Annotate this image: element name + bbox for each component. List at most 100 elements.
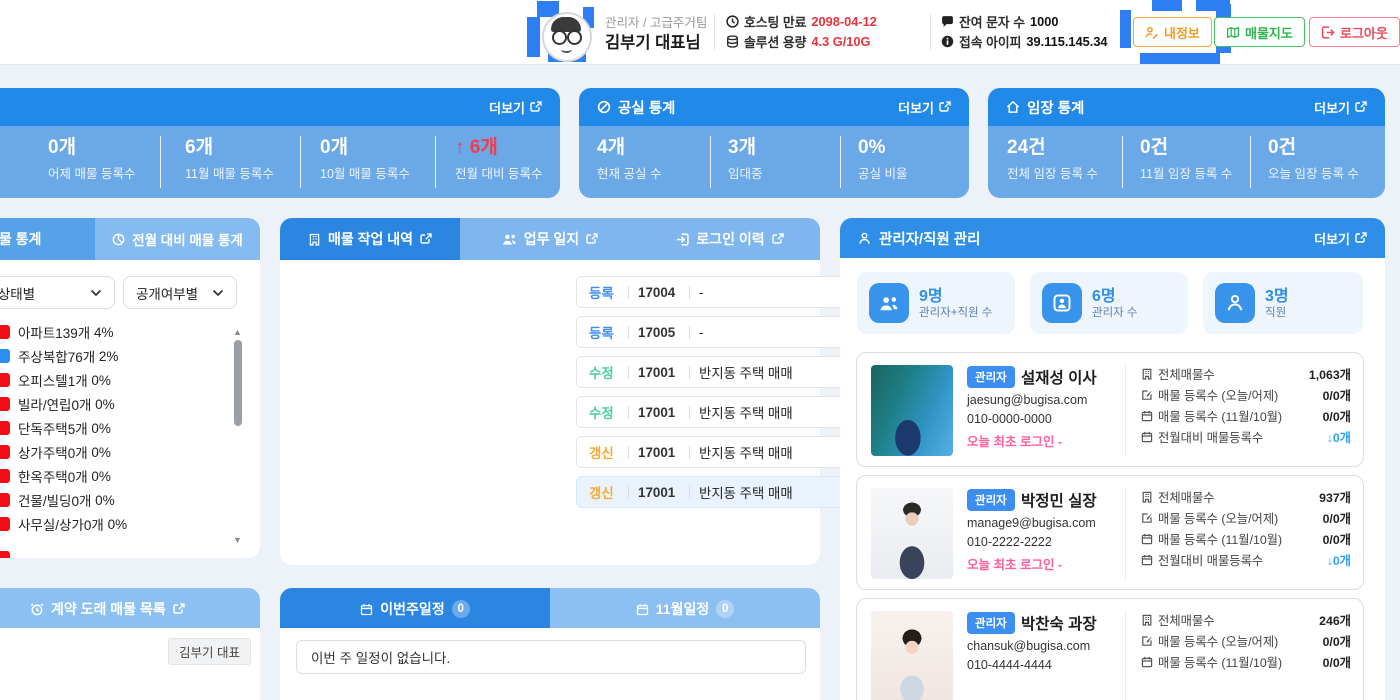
- tab-property-stats[interactable]: 매물 통계: [0, 218, 95, 260]
- staff-stat-row: 전체매물수1,063개: [1141, 366, 1351, 382]
- calendar-icon: [360, 603, 373, 616]
- avatar-glasses: [567, 30, 582, 45]
- legend-color: [0, 325, 10, 339]
- legend-color: [0, 397, 10, 411]
- tab-login-history[interactable]: 로그인 이력: [640, 218, 820, 260]
- legend-item: 한옥주택0개 0%: [18, 467, 111, 485]
- hosting-value: 2098-04-12: [811, 14, 876, 29]
- external-link-icon: [586, 233, 598, 245]
- staff-stat-row: 매물 등록수 (오늘/어제)0/0개: [1141, 510, 1351, 526]
- person-pen-icon: [1145, 26, 1159, 39]
- building-icon: [1141, 491, 1153, 503]
- hosting-label: 호스팅 만료: [744, 12, 806, 31]
- logout-button[interactable]: 로그아웃: [1309, 17, 1400, 47]
- my-info-button[interactable]: 내정보: [1133, 17, 1212, 47]
- people-icon: [869, 283, 909, 323]
- more-link[interactable]: 더보기: [1314, 229, 1367, 248]
- person-icon: [1215, 283, 1255, 323]
- divider: [840, 136, 841, 188]
- building-icon: [308, 233, 321, 246]
- vacancy-stats-card: 공실 통계 더보기 4개현재 공실 수 3개임대중 0%공실 비율: [579, 88, 969, 198]
- site-visit-stats-card-header: 임장 통계 더보기: [988, 88, 1385, 126]
- manager-badge: 관리자: [967, 489, 1015, 511]
- staff-summary-managers: 6명 관리자 수: [1030, 272, 1188, 334]
- more-link[interactable]: 더보기: [489, 98, 542, 117]
- staff-stat-row: 매물 등록수 (11월/10월)0/0개: [1141, 531, 1351, 547]
- decor-block: [1152, 0, 1182, 11]
- staff-photo: [871, 488, 953, 579]
- staff-panel-title: 관리자/직원 관리: [879, 228, 980, 249]
- external-link-icon: [1355, 101, 1367, 113]
- tab-label: 11월일정: [656, 599, 709, 619]
- scroll-up-arrow[interactable]: ▲: [233, 328, 242, 337]
- scroll-down-arrow[interactable]: ▼: [233, 536, 242, 545]
- up-arrow-icon: ↑: [455, 137, 465, 158]
- tab-week-schedule[interactable]: 이번주일정 0: [280, 588, 550, 630]
- pencil-square-icon: [1141, 512, 1153, 524]
- agent-filter-badge[interactable]: 김부기 대표: [168, 638, 251, 665]
- staff-email: manage9@bugisa.com: [967, 516, 1096, 530]
- avatar[interactable]: [542, 12, 592, 62]
- house-icon: [1006, 100, 1020, 114]
- legend-item: 빌라/연립0개 0%: [18, 395, 115, 413]
- schedule-empty-message: 이번 주 일정이 없습니다.: [296, 640, 806, 674]
- stat-current-vacancy: 4개현재 공실 수: [597, 137, 661, 182]
- staff-stat-row: 매물 등록수 (11월/10월)0/0개: [1141, 408, 1351, 424]
- tab-work-history[interactable]: 매물 작업 내역: [280, 218, 460, 260]
- tab-label: 로그인 이력: [696, 229, 764, 249]
- logout-label: 로그아웃: [1340, 23, 1388, 42]
- chat-icon: [941, 15, 954, 28]
- staff-last-login: 오늘 최초 로그인 -: [967, 431, 1062, 450]
- avatar-mouth: [561, 46, 572, 53]
- external-link-icon: [420, 233, 432, 245]
- map-icon: [1226, 26, 1240, 39]
- staff-stat-row: 전월대비 매물등록수 ↓0개: [1141, 552, 1351, 568]
- divider: [1125, 488, 1126, 579]
- scrollbar-thumb[interactable]: [234, 340, 242, 426]
- pencil-square-icon: [1141, 635, 1153, 647]
- top-header: 관리자 / 고급주거팀 김부기 대표님 호스팅 만료 2098-04-12 솔루…: [0, 0, 1400, 65]
- count-badge: 0: [716, 600, 734, 618]
- divider: [1122, 136, 1123, 188]
- divider: [1250, 136, 1251, 188]
- manager-badge: 관리자: [967, 612, 1015, 634]
- stat-this-month: 6개11월 매물 등록수: [185, 137, 274, 182]
- listing-stats-card-header: 더보기: [0, 88, 560, 126]
- stat-rented: 3개임대중: [728, 137, 763, 182]
- staff-card[interactable]: 관리자 설재성 이사 jaesung@bugisa.com 010-0000-0…: [856, 352, 1364, 467]
- contract-due-panel-header[interactable]: 계약 도래 매물 목록: [0, 588, 260, 630]
- legend-item: 주상복합76개 2%: [18, 347, 118, 365]
- tab-label: 매물 작업 내역: [328, 229, 413, 249]
- site-visit-stats-card: 임장 통계 더보기 24건전체 임장 등록 수 0건11월 임장 등록 수 0건…: [988, 88, 1385, 198]
- person-frame-icon: [1042, 283, 1082, 323]
- legend-color: [0, 349, 10, 363]
- divider: [1125, 611, 1126, 700]
- divider: [435, 136, 436, 188]
- filter-visibility[interactable]: 공개여부별: [123, 276, 237, 309]
- contract-due-title: 계약 도래 매물 목록: [51, 599, 166, 619]
- avatar-glasses: [552, 30, 567, 45]
- filter-transaction-status[interactable]: 거래상태별: [0, 276, 115, 309]
- property-stats-panel: 거래상태별 공개여부별 아파트139개 4% 주상복합76개 2% 오피스텔1개…: [0, 260, 260, 558]
- tab-work-journal[interactable]: 업무 일지: [460, 218, 640, 260]
- tab-month-compare-stats[interactable]: 전월 대비 매물 통계: [95, 218, 260, 260]
- property-map-button[interactable]: 매물지도: [1214, 17, 1305, 47]
- work-history-panel: 등록 17004 - 김부기 대표 2025-11-20 14:00 등록 17…: [280, 260, 820, 565]
- count-badge: 0: [452, 600, 470, 618]
- alarm-clock-icon: [30, 602, 44, 616]
- slash-circle-icon: [597, 100, 611, 114]
- legend-item: 사무실/상가 0개 0%: [18, 515, 127, 533]
- property-map-label: 매물지도: [1245, 23, 1293, 42]
- logout-icon: [1321, 26, 1335, 39]
- staff-card[interactable]: 관리자 박정민 실장 manage9@bugisa.com 010-2222-2…: [856, 475, 1364, 590]
- legend-color: [0, 517, 10, 531]
- tab-month-schedule[interactable]: 11월일정 0: [550, 588, 820, 630]
- chevron-down-icon: [90, 289, 102, 297]
- tab-label: 매물 통계: [0, 229, 41, 249]
- calendar-icon: [1141, 533, 1153, 545]
- staff-card[interactable]: 관리자 박찬숙 과장 chansuk@bugisa.com 010-4444-4…: [856, 598, 1364, 700]
- more-link[interactable]: 더보기: [898, 98, 951, 117]
- staff-summary-total: 9명 관리자+직원 수: [857, 272, 1015, 334]
- more-link[interactable]: 더보기: [1314, 98, 1367, 117]
- staff-stat-row: 매물 등록수 (11월/10월)0/0개: [1141, 654, 1351, 670]
